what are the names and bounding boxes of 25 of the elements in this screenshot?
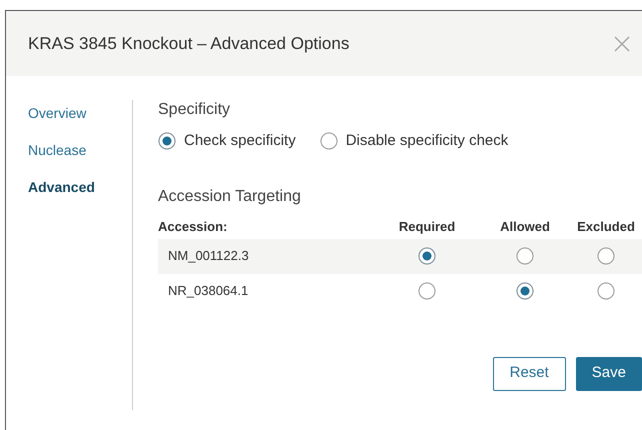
reset-button[interactable]: Reset	[492, 356, 566, 390]
column-header: Required	[398, 218, 456, 236]
section-heading: Specificity	[158, 100, 232, 120]
save-button[interactable]: Save	[576, 356, 642, 390]
dialog-title: KRAS 3845 Knockout – Advanced Options	[28, 32, 350, 55]
section-heading: Accession Targeting	[158, 186, 302, 206]
radio-button[interactable]	[418, 282, 436, 300]
sidebar-link[interactable]: Advanced	[28, 177, 95, 198]
sidebar-link[interactable]: Overview	[28, 103, 86, 124]
radio-button[interactable]	[516, 282, 534, 300]
accession-cell: NR_038064.1	[168, 283, 248, 298]
close-icon[interactable]	[612, 34, 632, 54]
column-header: Accession:	[158, 218, 228, 234]
column-header: Allowed	[500, 218, 550, 236]
radio-button[interactable]	[320, 132, 338, 150]
accession-cell: NM_001122.3	[168, 248, 249, 263]
radio-label: Disable specificity check	[346, 131, 508, 151]
column-header: Excluded	[577, 218, 635, 236]
radio-button[interactable]	[158, 132, 176, 150]
radio-button[interactable]	[516, 247, 534, 265]
radio-button[interactable]	[597, 247, 615, 265]
radio-button[interactable]	[597, 282, 615, 300]
radio-button[interactable]	[418, 247, 436, 265]
sidebar-link[interactable]: Nuclease	[28, 140, 86, 161]
radio-label: Check specificity	[184, 131, 296, 151]
